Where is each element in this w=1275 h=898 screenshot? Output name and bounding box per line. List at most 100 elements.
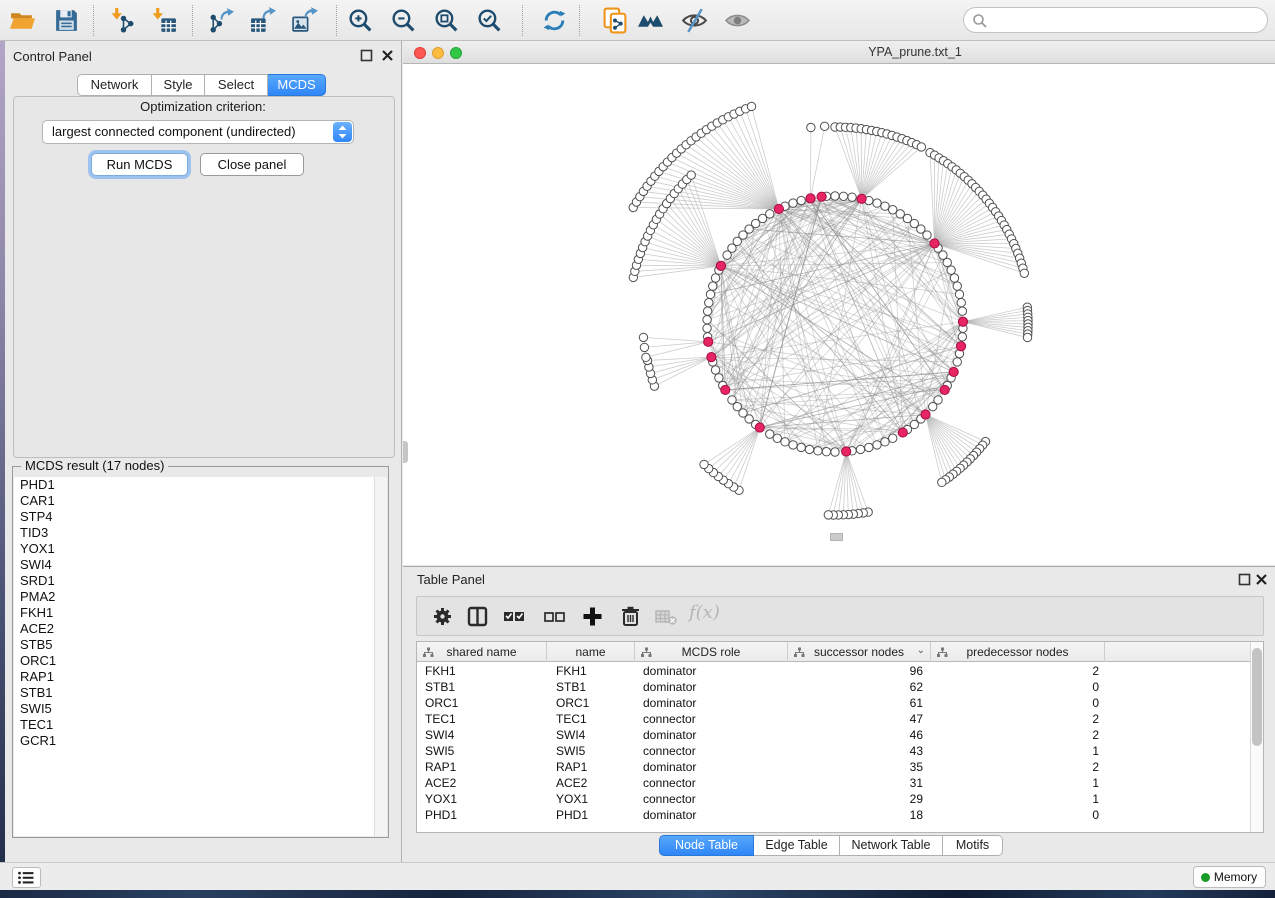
add-column-icon[interactable]	[581, 605, 604, 628]
graph-mcds-hub-node[interactable]	[774, 204, 783, 213]
graph-node[interactable]	[715, 374, 723, 382]
mcds-result-item[interactable]: PHD1	[14, 477, 374, 493]
graph-leaf-node[interactable]	[807, 123, 815, 131]
graph-node[interactable]	[709, 282, 717, 290]
mcds-result-item[interactable]: YOX1	[14, 541, 374, 557]
mcds-result-item[interactable]: RAP1	[14, 669, 374, 685]
graph-node[interactable]	[705, 299, 713, 307]
graph-node[interactable]	[711, 274, 719, 282]
graph-node[interactable]	[831, 192, 839, 200]
graph-mcds-hub-node[interactable]	[898, 428, 907, 437]
open-folder-icon[interactable]	[9, 7, 36, 34]
column-visibility-icon[interactable]	[466, 605, 489, 628]
graph-node[interactable]	[831, 448, 839, 456]
criterion-select[interactable]: largest connected component (undirected)	[42, 120, 354, 144]
graph-node[interactable]	[865, 443, 873, 451]
search-input[interactable]	[963, 7, 1268, 33]
first-neighbors-icon[interactable]	[637, 7, 664, 34]
graph-node[interactable]	[766, 210, 774, 218]
graph-mcds-hub-node[interactable]	[940, 385, 949, 394]
graph-node[interactable]	[797, 443, 805, 451]
zoom-in-icon[interactable]	[347, 7, 374, 34]
mcds-result-item[interactable]: GCR1	[14, 733, 374, 749]
graph-leaf-node[interactable]	[642, 353, 650, 361]
graph-node[interactable]	[797, 196, 805, 204]
graph-mcds-hub-node[interactable]	[857, 194, 866, 203]
graph-mcds-hub-node[interactable]	[721, 385, 730, 394]
import-table-icon[interactable]	[151, 7, 178, 34]
graph-leaf-node[interactable]	[687, 171, 695, 179]
mcds-result-item[interactable]: FKH1	[14, 605, 374, 621]
mcds-result-scrollbar[interactable]	[374, 477, 387, 836]
graph-node[interactable]	[889, 206, 897, 214]
clone-network-icon[interactable]	[602, 7, 629, 34]
graph-node[interactable]	[856, 445, 864, 453]
mcds-result-item[interactable]: ORC1	[14, 653, 374, 669]
run-mcds-button[interactable]: Run MCDS	[91, 153, 188, 176]
show-all-icon[interactable]	[724, 7, 751, 34]
graph-leaf-node[interactable]	[938, 478, 946, 486]
tab-node-table[interactable]: Node Table	[659, 835, 754, 856]
graph-node[interactable]	[958, 333, 966, 341]
table-row[interactable]: RAP1RAP1dominator352	[417, 759, 1250, 775]
graph-node[interactable]	[889, 434, 897, 442]
graph-mcds-hub-node[interactable]	[716, 261, 725, 270]
table-row[interactable]: SWI4SWI4dominator462	[417, 727, 1250, 743]
hide-selected-icon[interactable]	[681, 7, 708, 34]
zoom-out-icon[interactable]	[390, 7, 417, 34]
column-header-name[interactable]: name	[547, 642, 635, 662]
table-row[interactable]: TEC1TEC1connector472	[417, 711, 1250, 727]
tab-style[interactable]: Style	[152, 74, 205, 96]
minimize-window-icon[interactable]	[432, 47, 444, 59]
graph-node[interactable]	[839, 192, 847, 200]
select-all-icon[interactable]	[503, 605, 526, 628]
mcds-result-item[interactable]: ACE2	[14, 621, 374, 637]
graph-node[interactable]	[881, 202, 889, 210]
close-table-panel-icon[interactable]	[1255, 573, 1268, 586]
export-network-icon[interactable]	[207, 7, 234, 34]
graph-node[interactable]	[848, 193, 856, 201]
graph-node[interactable]	[923, 231, 931, 239]
mcds-result-item[interactable]: STB1	[14, 685, 374, 701]
table-row[interactable]: SWI5SWI5connector431	[417, 743, 1250, 759]
graph-node[interactable]	[947, 266, 955, 274]
graph-mcds-hub-node[interactable]	[949, 367, 958, 376]
graph-mcds-hub-node[interactable]	[704, 337, 713, 346]
mcds-result-item[interactable]: STB5	[14, 637, 374, 653]
graph-node[interactable]	[873, 199, 881, 207]
export-table-icon[interactable]	[249, 7, 276, 34]
graph-mcds-hub-node[interactable]	[956, 342, 965, 351]
tab-edge-table[interactable]: Edge Table	[754, 835, 840, 856]
mcds-result-item[interactable]: CAR1	[14, 493, 374, 509]
graph-node[interactable]	[950, 274, 958, 282]
graph-mcds-hub-node[interactable]	[817, 192, 826, 201]
graph-node[interactable]	[881, 438, 889, 446]
graph-node[interactable]	[781, 438, 789, 446]
graph-leaf-node[interactable]	[820, 122, 828, 130]
graph-node[interactable]	[703, 316, 711, 324]
graph-leaf-node[interactable]	[747, 102, 755, 110]
column-header-shared-name[interactable]: shared name	[417, 642, 547, 662]
graph-node[interactable]	[766, 430, 774, 438]
network-window-titlebar[interactable]: YPA_prune.txt_1	[403, 41, 1275, 64]
column-header-predecessor-nodes[interactable]: predecessor nodes	[931, 642, 1105, 662]
graph-leaf-node[interactable]	[1020, 269, 1028, 277]
import-network-icon[interactable]	[110, 7, 137, 34]
table-row[interactable]: YOX1YOX1connector291	[417, 791, 1250, 807]
float-table-panel-icon[interactable]	[1238, 573, 1251, 586]
delete-table-icon[interactable]	[655, 605, 678, 628]
graph-leaf-node[interactable]	[917, 143, 925, 151]
mcds-result-item[interactable]: TEC1	[14, 717, 374, 733]
graph-node[interactable]	[728, 396, 736, 404]
table-row[interactable]: STB1STB1dominator620	[417, 679, 1250, 695]
graph-node[interactable]	[953, 358, 961, 366]
tab-motifs[interactable]: Motifs	[943, 835, 1003, 856]
mcds-result-item[interactable]: TID3	[14, 525, 374, 541]
mcds-result-list[interactable]: PHD1CAR1STP4TID3YOX1SWI4SRD1PMA2FKH1ACE2…	[14, 477, 374, 836]
graph-mcds-hub-node[interactable]	[806, 194, 815, 203]
graph-leaf-node[interactable]	[639, 333, 647, 341]
graph-leaf-node[interactable]	[700, 460, 708, 468]
delete-column-icon[interactable]	[619, 605, 642, 628]
graph-node[interactable]	[703, 307, 711, 315]
close-panel-button[interactable]: Close panel	[200, 153, 304, 176]
